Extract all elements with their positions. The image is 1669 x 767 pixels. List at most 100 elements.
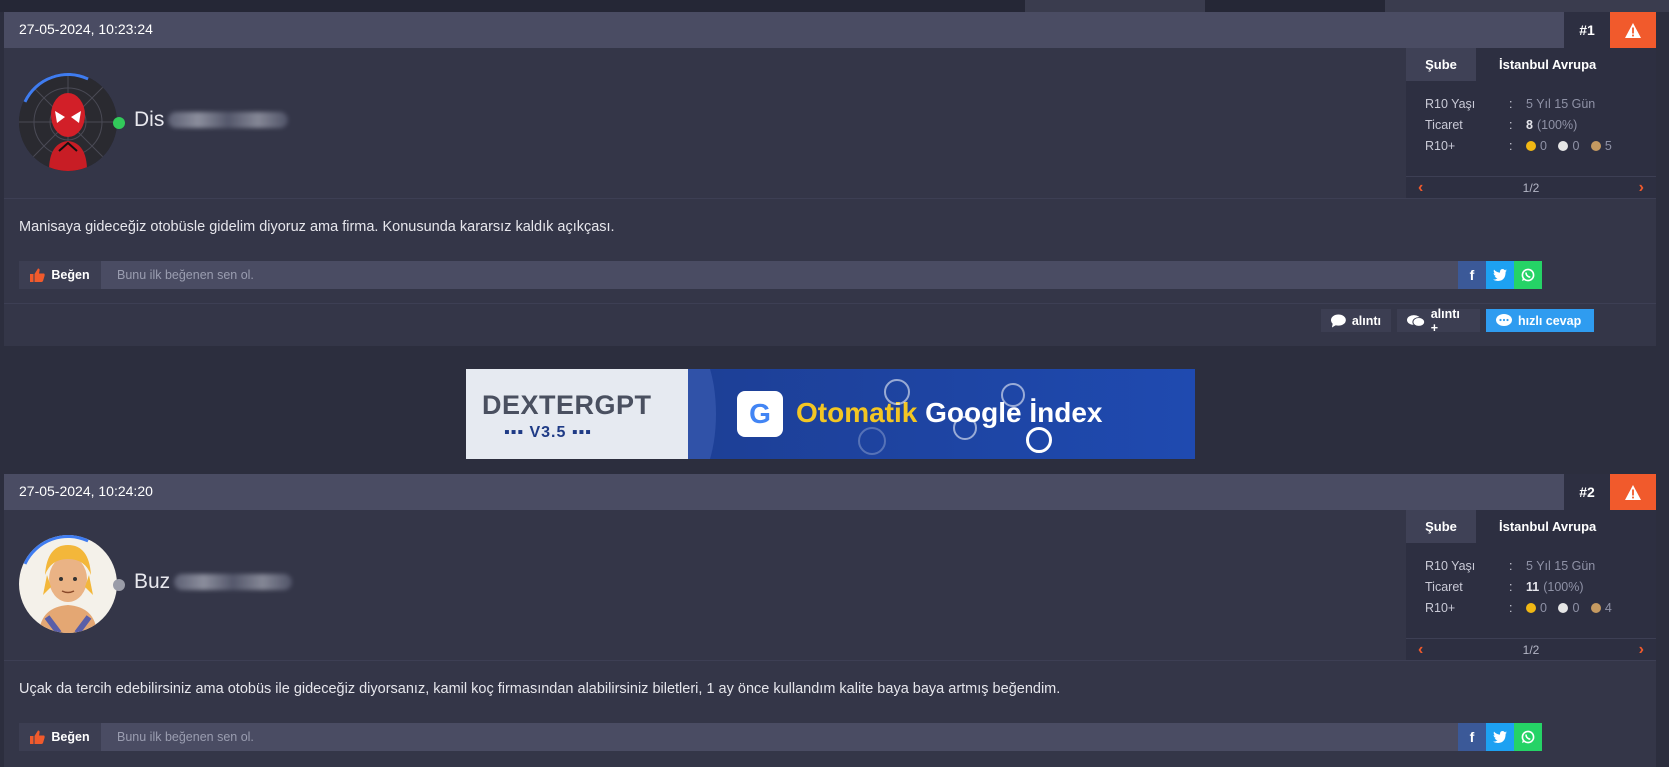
username-text: Dis <box>134 108 165 131</box>
silver-count: 0 <box>1572 138 1580 153</box>
info-sep: : <box>1509 117 1513 132</box>
info-sep: : <box>1509 138 1513 153</box>
trade-count: 8 <box>1526 117 1533 132</box>
info-row-trade: Ticaret : 11 (100%) <box>1425 576 1656 597</box>
post-number-link[interactable]: #1 <box>1564 12 1610 48</box>
info-key: Ticaret <box>1425 579 1463 594</box>
info-pager: ‹ 1/2 › <box>1406 638 1656 660</box>
post-date: 27-05-2024, 10:23:24 <box>19 21 153 37</box>
whatsapp-icon <box>1521 268 1535 282</box>
gold-count: 0 <box>1540 138 1547 153</box>
info-sep: : <box>1509 558 1513 573</box>
user-info-panel: Şube İstanbul Avrupa R10 Yaşı : 5 Yıl 15… <box>1406 48 1656 198</box>
like-button[interactable]: Beğen <box>19 723 101 751</box>
like-button[interactable]: Beğen <box>19 261 101 289</box>
chevron-left-icon[interactable]: ‹ <box>1418 641 1423 659</box>
silver-coin-icon <box>1558 140 1569 151</box>
gold-coin-icon <box>1526 602 1536 613</box>
quote-button[interactable]: alıntı <box>1321 309 1391 332</box>
banner-brand: DEXTERGPT <box>482 390 652 420</box>
report-button[interactable] <box>1610 12 1656 48</box>
post-1: 27-05-2024, 10:23:24 #1 Dis Şube İstanbu… <box>4 12 1656 346</box>
info-value: 5 Yıl 15 Gün <box>1526 96 1596 111</box>
post-body: Manisaya gideceğiz otobüsle gidelim diyo… <box>4 198 1656 289</box>
twitter-share-button[interactable] <box>1486 723 1514 751</box>
info-row-r10plus: R10+ : 0 0 5 <box>1425 135 1656 156</box>
quick-reply-label: hızlı cevap <box>1518 313 1582 328</box>
post-number-link[interactable]: #2 <box>1564 474 1610 510</box>
chat-bubble-icon <box>1496 313 1512 326</box>
banner-bubble <box>1026 427 1052 453</box>
tab-sube[interactable]: Şube <box>1406 48 1476 81</box>
whatsapp-share-button[interactable] <box>1514 261 1542 289</box>
info-value: 0 0 4 <box>1526 601 1612 615</box>
quick-reply-button[interactable]: hızlı cevap <box>1486 309 1594 332</box>
multi-quote-button[interactable]: alıntı + <box>1397 306 1480 335</box>
info-key: R10+ <box>1425 138 1456 153</box>
post-header: 27-05-2024, 10:24:20 #2 <box>4 474 1656 510</box>
info-value: 0 0 5 <box>1526 139 1612 153</box>
avatar-ring <box>5 521 131 647</box>
bronze-coin-icon <box>1590 602 1601 613</box>
chevron-right-icon[interactable]: › <box>1639 179 1644 197</box>
banner-bubble <box>884 379 910 405</box>
info-value: 8 (100%) <box>1526 118 1577 132</box>
post-footer: alıntı alıntı + hızlı cevap <box>4 303 1656 338</box>
whatsapp-share-button[interactable] <box>1514 723 1542 751</box>
info-row-trade: Ticaret : 8 (100%) <box>1425 114 1656 135</box>
username[interactable]: Buz <box>134 570 293 594</box>
info-value: 5 Yıl 15 Gün <box>1526 558 1596 573</box>
username-redacted <box>174 574 293 591</box>
user-info-panel: Şube İstanbul Avrupa R10 Yaşı : 5 Yıl 15… <box>1406 510 1656 660</box>
offline-status-dot <box>113 579 125 591</box>
info-value: 11 (100%) <box>1526 580 1584 594</box>
like-info-text: Bunu ilk beğenen sen ol. <box>117 268 254 282</box>
facebook-share-button[interactable]: f <box>1458 723 1486 751</box>
tab-sube[interactable]: Şube <box>1406 510 1476 543</box>
twitter-share-button[interactable] <box>1486 261 1514 289</box>
advertisement-banner[interactable]: DEXTERGPT ▪▪▪ V3.5 ▪▪▪ G Otomatik Google… <box>466 369 1195 459</box>
tab-value-branch[interactable]: İstanbul Avrupa <box>1476 510 1656 543</box>
tab-value-branch[interactable]: İstanbul Avrupa <box>1476 48 1656 81</box>
silver-count: 0 <box>1572 600 1580 615</box>
info-key: R10 Yaşı <box>1425 96 1476 111</box>
info-pager: ‹ 1/2 › <box>1406 176 1656 198</box>
info-row-age: R10 Yaşı : 5 Yıl 15 Gün <box>1425 93 1656 114</box>
whatsapp-icon <box>1521 730 1535 744</box>
banner-bubble <box>858 427 886 455</box>
trade-count: 11 <box>1526 579 1540 594</box>
gold-count: 0 <box>1540 600 1547 615</box>
report-button[interactable] <box>1610 474 1656 510</box>
google-letter: G <box>749 398 771 429</box>
twitter-icon <box>1493 731 1507 743</box>
chevron-left-icon[interactable]: ‹ <box>1418 179 1423 197</box>
comments-icon <box>1407 314 1425 327</box>
online-status-dot <box>113 117 125 129</box>
avatar-ring <box>5 59 131 185</box>
like-bar: Beğen Bunu ilk beğenen sen ol. f <box>19 723 1542 751</box>
top-strip <box>0 0 1669 12</box>
info-sep: : <box>1509 600 1513 615</box>
chevron-right-icon[interactable]: › <box>1639 641 1644 659</box>
post-message: Manisaya gideceğiz otobüsle gidelim diyo… <box>19 219 615 235</box>
banner-title: Otomatik Google İndex <box>796 397 1103 429</box>
banner-bubble <box>953 416 977 440</box>
facebook-icon: f <box>1469 267 1475 283</box>
bronze-coin-icon <box>1590 140 1601 151</box>
thumbs-up-icon <box>30 730 46 744</box>
info-key: R10+ <box>1425 600 1456 615</box>
like-label: Beğen <box>51 730 90 744</box>
multi-quote-label: alıntı + <box>1430 306 1460 335</box>
banner-version: ▪▪▪ V3.5 ▪▪▪ <box>504 424 592 441</box>
facebook-share-button[interactable]: f <box>1458 261 1486 289</box>
info-row-age: R10 Yaşı : 5 Yıl 15 Gün <box>1425 555 1656 576</box>
info-sep: : <box>1509 96 1513 111</box>
post-date: 27-05-2024, 10:24:20 <box>19 483 153 499</box>
silver-coin-icon <box>1558 602 1569 613</box>
bronze-count: 5 <box>1604 138 1612 153</box>
twitter-icon <box>1493 269 1507 281</box>
username[interactable]: Dis <box>134 108 289 132</box>
post-body: Uçak da tercih edebilirsiniz ama otobüs … <box>4 660 1656 751</box>
like-info-text: Bunu ilk beğenen sen ol. <box>117 730 254 744</box>
pager-text: 1/2 <box>1522 642 1540 657</box>
